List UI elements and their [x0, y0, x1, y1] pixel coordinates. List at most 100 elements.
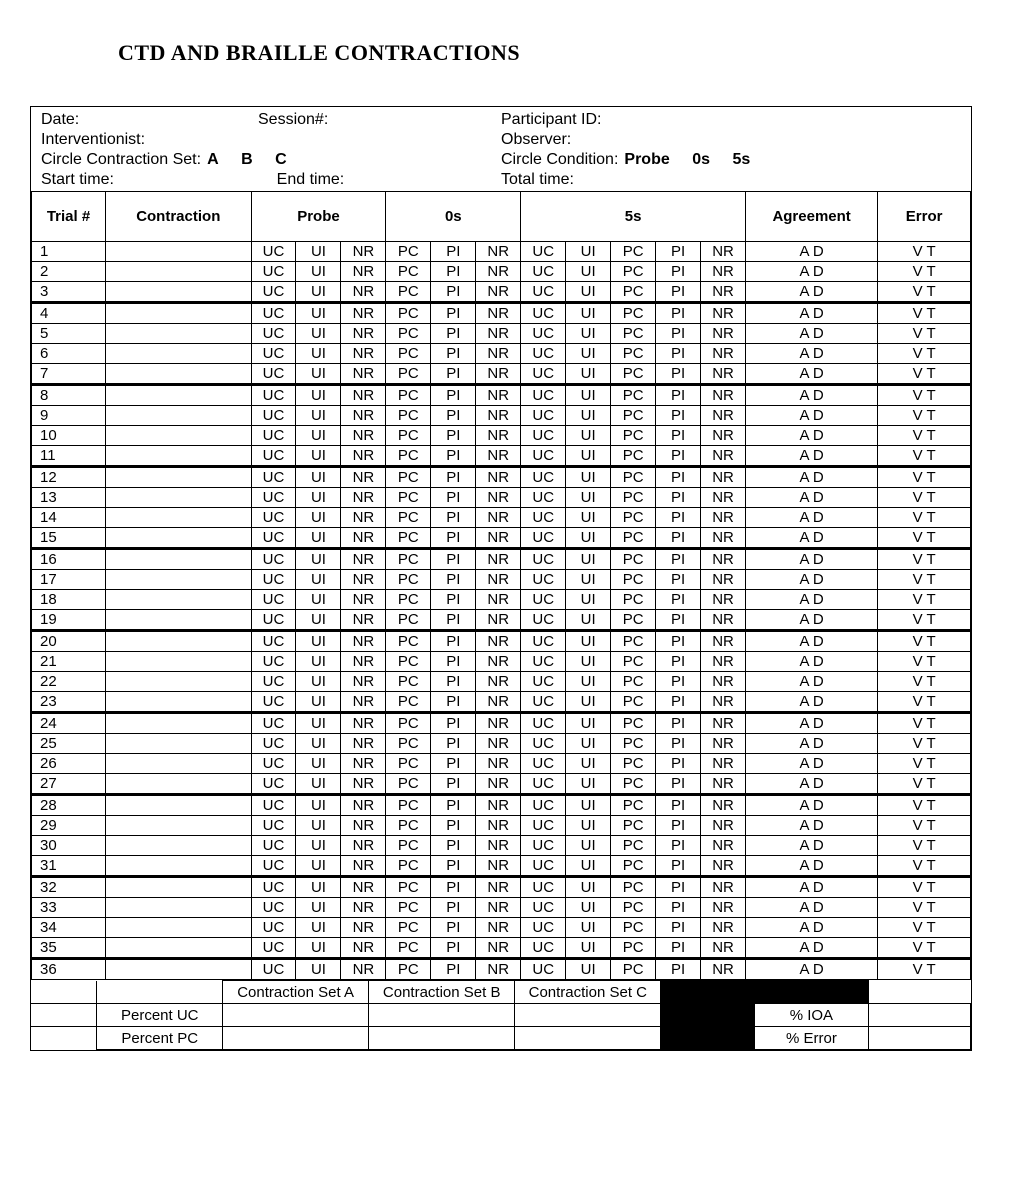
five-code[interactable]: PI: [656, 938, 701, 959]
probe-code[interactable]: UI: [296, 549, 341, 570]
zero-code[interactable]: PI: [431, 713, 476, 734]
five-code[interactable]: PC: [611, 856, 656, 877]
zero-code[interactable]: PI: [431, 426, 476, 446]
contraction-cell[interactable]: [106, 754, 251, 774]
set-option-c[interactable]: C: [275, 151, 287, 168]
zero-code[interactable]: PC: [386, 959, 431, 980]
contraction-cell[interactable]: [106, 508, 251, 528]
five-code[interactable]: NR: [701, 590, 746, 610]
zero-code[interactable]: NR: [476, 692, 521, 713]
error-cell[interactable]: V T: [878, 242, 971, 262]
contraction-cell[interactable]: [106, 570, 251, 590]
probe-code[interactable]: NR: [341, 385, 386, 406]
five-code[interactable]: PC: [611, 242, 656, 262]
five-code[interactable]: PC: [611, 385, 656, 406]
five-code[interactable]: PI: [656, 610, 701, 631]
probe-code[interactable]: UC: [251, 385, 296, 406]
five-code[interactable]: UI: [566, 713, 611, 734]
five-code[interactable]: UI: [566, 528, 611, 549]
error-cell[interactable]: V T: [878, 549, 971, 570]
error-cell[interactable]: V T: [878, 631, 971, 652]
five-code[interactable]: PC: [611, 488, 656, 508]
zero-code[interactable]: PC: [386, 652, 431, 672]
five-code[interactable]: UI: [566, 344, 611, 364]
five-code[interactable]: UC: [521, 385, 566, 406]
probe-code[interactable]: UC: [251, 836, 296, 856]
probe-code[interactable]: UI: [296, 242, 341, 262]
five-code[interactable]: PI: [656, 303, 701, 324]
zero-code[interactable]: PC: [386, 570, 431, 590]
five-code[interactable]: UI: [566, 364, 611, 385]
five-code[interactable]: PC: [611, 898, 656, 918]
contraction-cell[interactable]: [106, 467, 251, 488]
probe-code[interactable]: NR: [341, 713, 386, 734]
five-code[interactable]: UI: [566, 590, 611, 610]
contraction-cell[interactable]: [106, 610, 251, 631]
five-code[interactable]: PC: [611, 344, 656, 364]
five-code[interactable]: PC: [611, 324, 656, 344]
zero-code[interactable]: PI: [431, 631, 476, 652]
contraction-cell[interactable]: [106, 877, 251, 898]
five-code[interactable]: PC: [611, 877, 656, 898]
probe-code[interactable]: UI: [296, 774, 341, 795]
agreement-cell[interactable]: A D: [746, 590, 878, 610]
zero-code[interactable]: NR: [476, 467, 521, 488]
five-code[interactable]: PC: [611, 836, 656, 856]
five-code[interactable]: UI: [566, 938, 611, 959]
five-code[interactable]: NR: [701, 795, 746, 816]
zero-code[interactable]: PI: [431, 898, 476, 918]
contraction-cell[interactable]: [106, 303, 251, 324]
zero-code[interactable]: PC: [386, 938, 431, 959]
contraction-cell[interactable]: [106, 938, 251, 959]
probe-code[interactable]: UI: [296, 528, 341, 549]
probe-code[interactable]: UC: [251, 856, 296, 877]
agreement-cell[interactable]: A D: [746, 467, 878, 488]
circle-condition-options[interactable]: Probe 0s 5s: [624, 151, 768, 169]
five-code[interactable]: UC: [521, 898, 566, 918]
zero-code[interactable]: NR: [476, 734, 521, 754]
zero-code[interactable]: NR: [476, 774, 521, 795]
five-code[interactable]: PI: [656, 426, 701, 446]
condition-option-5s[interactable]: 5s: [732, 151, 750, 168]
five-code[interactable]: UI: [566, 242, 611, 262]
five-code[interactable]: UC: [521, 344, 566, 364]
error-cell[interactable]: V T: [878, 344, 971, 364]
zero-code[interactable]: PC: [386, 467, 431, 488]
error-cell[interactable]: V T: [878, 959, 971, 980]
error-cell[interactable]: V T: [878, 590, 971, 610]
five-code[interactable]: UC: [521, 446, 566, 467]
contraction-cell[interactable]: [106, 426, 251, 446]
five-code[interactable]: PC: [611, 652, 656, 672]
five-code[interactable]: PC: [611, 528, 656, 549]
five-code[interactable]: NR: [701, 446, 746, 467]
probe-code[interactable]: NR: [341, 426, 386, 446]
probe-code[interactable]: UC: [251, 303, 296, 324]
five-code[interactable]: NR: [701, 652, 746, 672]
five-code[interactable]: PI: [656, 672, 701, 692]
five-code[interactable]: PI: [656, 734, 701, 754]
five-code[interactable]: UC: [521, 692, 566, 713]
five-code[interactable]: UC: [521, 816, 566, 836]
five-code[interactable]: UC: [521, 959, 566, 980]
five-code[interactable]: NR: [701, 406, 746, 426]
zero-code[interactable]: PI: [431, 242, 476, 262]
five-code[interactable]: PC: [611, 406, 656, 426]
contraction-cell[interactable]: [106, 242, 251, 262]
error-cell[interactable]: V T: [878, 816, 971, 836]
five-code[interactable]: UC: [521, 652, 566, 672]
zero-code[interactable]: PI: [431, 385, 476, 406]
contraction-cell[interactable]: [106, 734, 251, 754]
probe-code[interactable]: UI: [296, 652, 341, 672]
zero-code[interactable]: NR: [476, 282, 521, 303]
zero-code[interactable]: PC: [386, 754, 431, 774]
five-code[interactable]: UC: [521, 610, 566, 631]
zero-code[interactable]: NR: [476, 816, 521, 836]
agreement-cell[interactable]: A D: [746, 242, 878, 262]
zero-code[interactable]: PI: [431, 672, 476, 692]
agreement-cell[interactable]: A D: [746, 918, 878, 938]
zero-code[interactable]: NR: [476, 364, 521, 385]
five-code[interactable]: PC: [611, 262, 656, 282]
five-code[interactable]: UC: [521, 364, 566, 385]
probe-code[interactable]: UI: [296, 795, 341, 816]
five-code[interactable]: NR: [701, 672, 746, 692]
